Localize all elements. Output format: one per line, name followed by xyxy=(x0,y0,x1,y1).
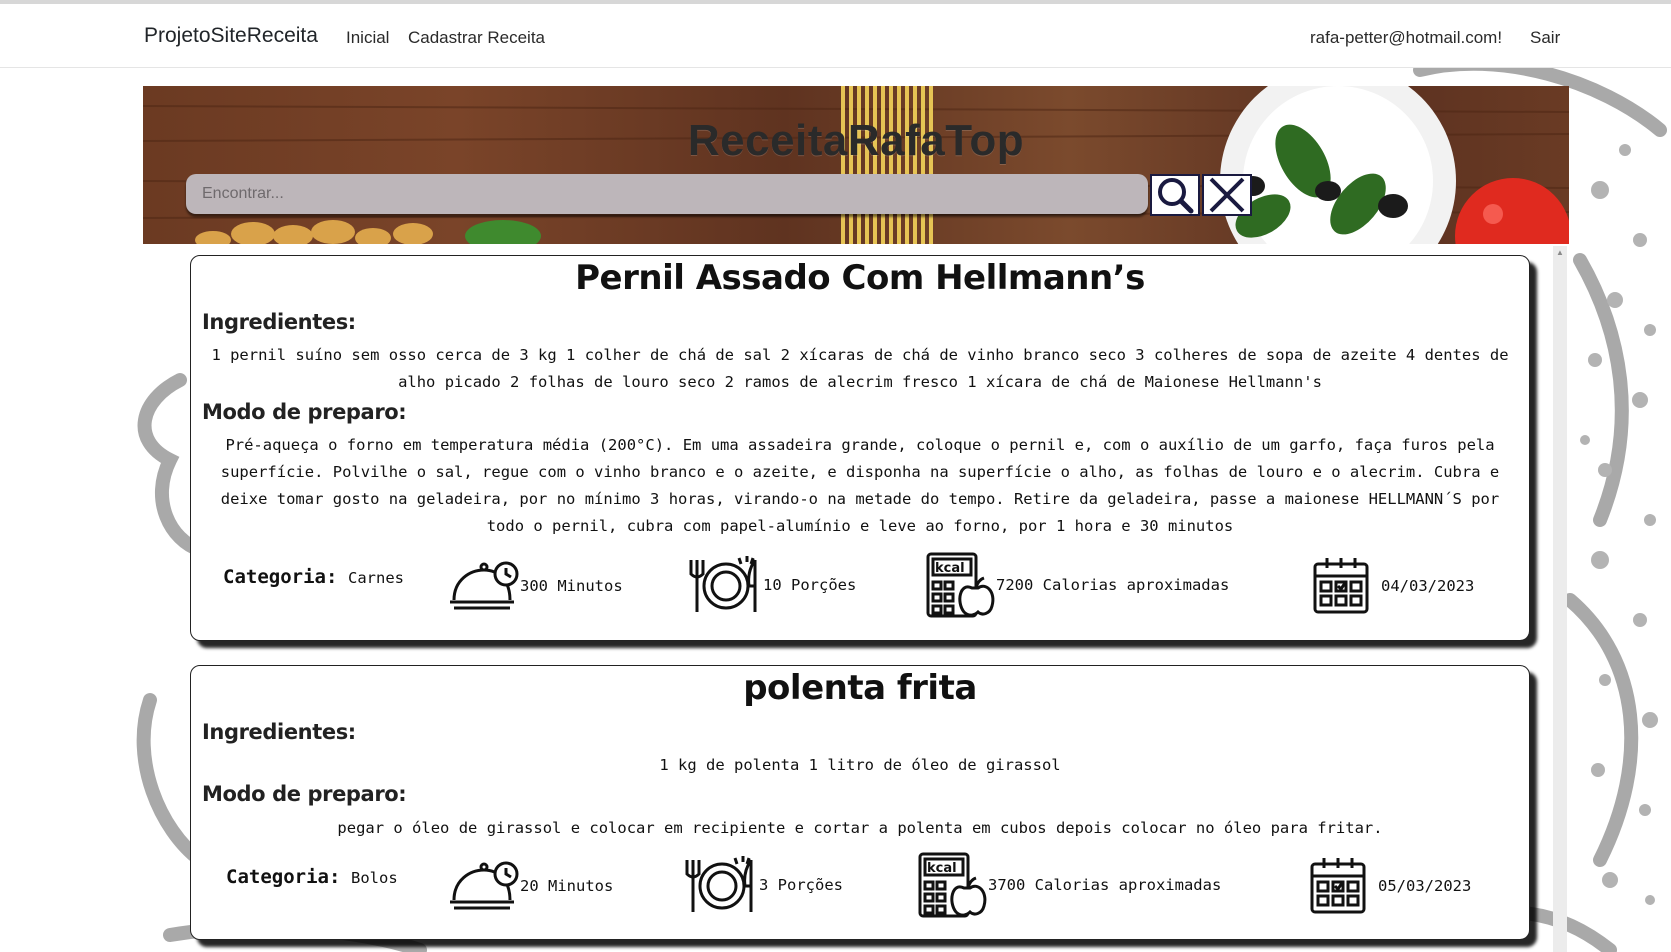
recipe-title: polenta frita xyxy=(743,668,977,708)
nav-home-link[interactable]: Inicial xyxy=(346,28,389,48)
date: 04/03/2023 xyxy=(1311,556,1474,616)
ingredients-label: Ingredientes: xyxy=(202,720,356,744)
date: 05/03/2023 xyxy=(1308,856,1471,916)
recipe-card[interactable]: polenta frita Ingredientes: 1 kg de pole… xyxy=(190,665,1530,940)
search-icon xyxy=(1158,178,1194,214)
calories: kcal 3700 Calorias aproximadas xyxy=(916,852,1221,918)
servings: 3 Porções xyxy=(685,854,843,916)
close-icon xyxy=(1209,177,1245,213)
top-navbar: ProjetoSiteReceita Inicial Cadastrar Rec… xyxy=(0,4,1671,68)
prep-time-text: 20 Minutos xyxy=(520,877,614,895)
date-text: 04/03/2023 xyxy=(1381,577,1475,595)
ingredients-label: Ingredientes: xyxy=(202,310,356,334)
category-label: Categoria: xyxy=(223,566,338,588)
cloche-clock-icon xyxy=(448,858,520,914)
prep-time: 300 Minutos xyxy=(448,558,623,614)
date-text: 05/03/2023 xyxy=(1378,877,1472,895)
kcal-calculator-icon: kcal xyxy=(924,552,996,618)
recipe-title: Pernil Assado Com Hellmann’s xyxy=(575,258,1145,298)
recipe-card[interactable]: Pernil Assado Com Hellmann’s Ingrediente… xyxy=(190,255,1530,641)
scrollbar-track[interactable] xyxy=(1553,246,1567,952)
banner-title: ReceitaRafaTop xyxy=(687,116,1025,165)
category-value: Carnes xyxy=(348,569,404,587)
user-email-link[interactable]: rafa-petter@hotmail.com! xyxy=(1310,28,1502,48)
ingredients-text: 1 pernil suíno sem osso cerca de 3 kg 1 … xyxy=(211,346,1509,391)
calories-text: 3700 Calorias aproximadas xyxy=(988,876,1222,894)
preparation-text: pegar o óleo de girassol e colocar em re… xyxy=(337,819,1383,837)
plate-cutlery-icon xyxy=(689,554,763,616)
calendar-icon xyxy=(1311,556,1381,616)
clear-search-button[interactable] xyxy=(1202,174,1252,216)
kcal-calculator-icon: kcal xyxy=(916,852,988,918)
servings: 10 Porções xyxy=(689,554,856,616)
cloche-clock-icon xyxy=(448,558,520,614)
category-value: Bolos xyxy=(351,869,398,887)
preparation-label: Modo de preparo: xyxy=(202,400,407,424)
hero-banner: ReceitaRafaTop xyxy=(143,86,1569,244)
servings-text: 3 Porções xyxy=(759,876,843,894)
calories-text: 7200 Calorias aproximadas xyxy=(996,576,1230,594)
preparation-label: Modo de preparo: xyxy=(202,782,407,806)
category-label: Categoria: xyxy=(226,866,341,888)
scroll-up-arrow-icon[interactable]: ▲ xyxy=(1556,248,1564,257)
prep-time-text: 300 Minutos xyxy=(520,577,623,595)
kcal-label: kcal xyxy=(935,561,965,576)
ingredients-text: 1 kg de polenta 1 litro de óleo de giras… xyxy=(659,756,1061,774)
prep-time: 20 Minutos xyxy=(448,858,613,914)
servings-text: 10 Porções xyxy=(763,576,857,594)
search-button[interactable] xyxy=(1150,174,1200,216)
kcal-label: kcal xyxy=(927,861,957,876)
nav-register-recipe-link[interactable]: Cadastrar Receita xyxy=(408,28,545,48)
search-input[interactable] xyxy=(186,174,1148,214)
logout-link[interactable]: Sair xyxy=(1530,28,1560,48)
calendar-icon xyxy=(1308,856,1378,916)
preparation-text: Pré-aqueça o forno em temperatura média … xyxy=(220,436,1500,535)
plate-cutlery-icon xyxy=(685,854,759,916)
site-brand[interactable]: ProjetoSiteReceita xyxy=(144,24,318,48)
calories: kcal 7200 Calorias aproximadas xyxy=(924,552,1229,618)
